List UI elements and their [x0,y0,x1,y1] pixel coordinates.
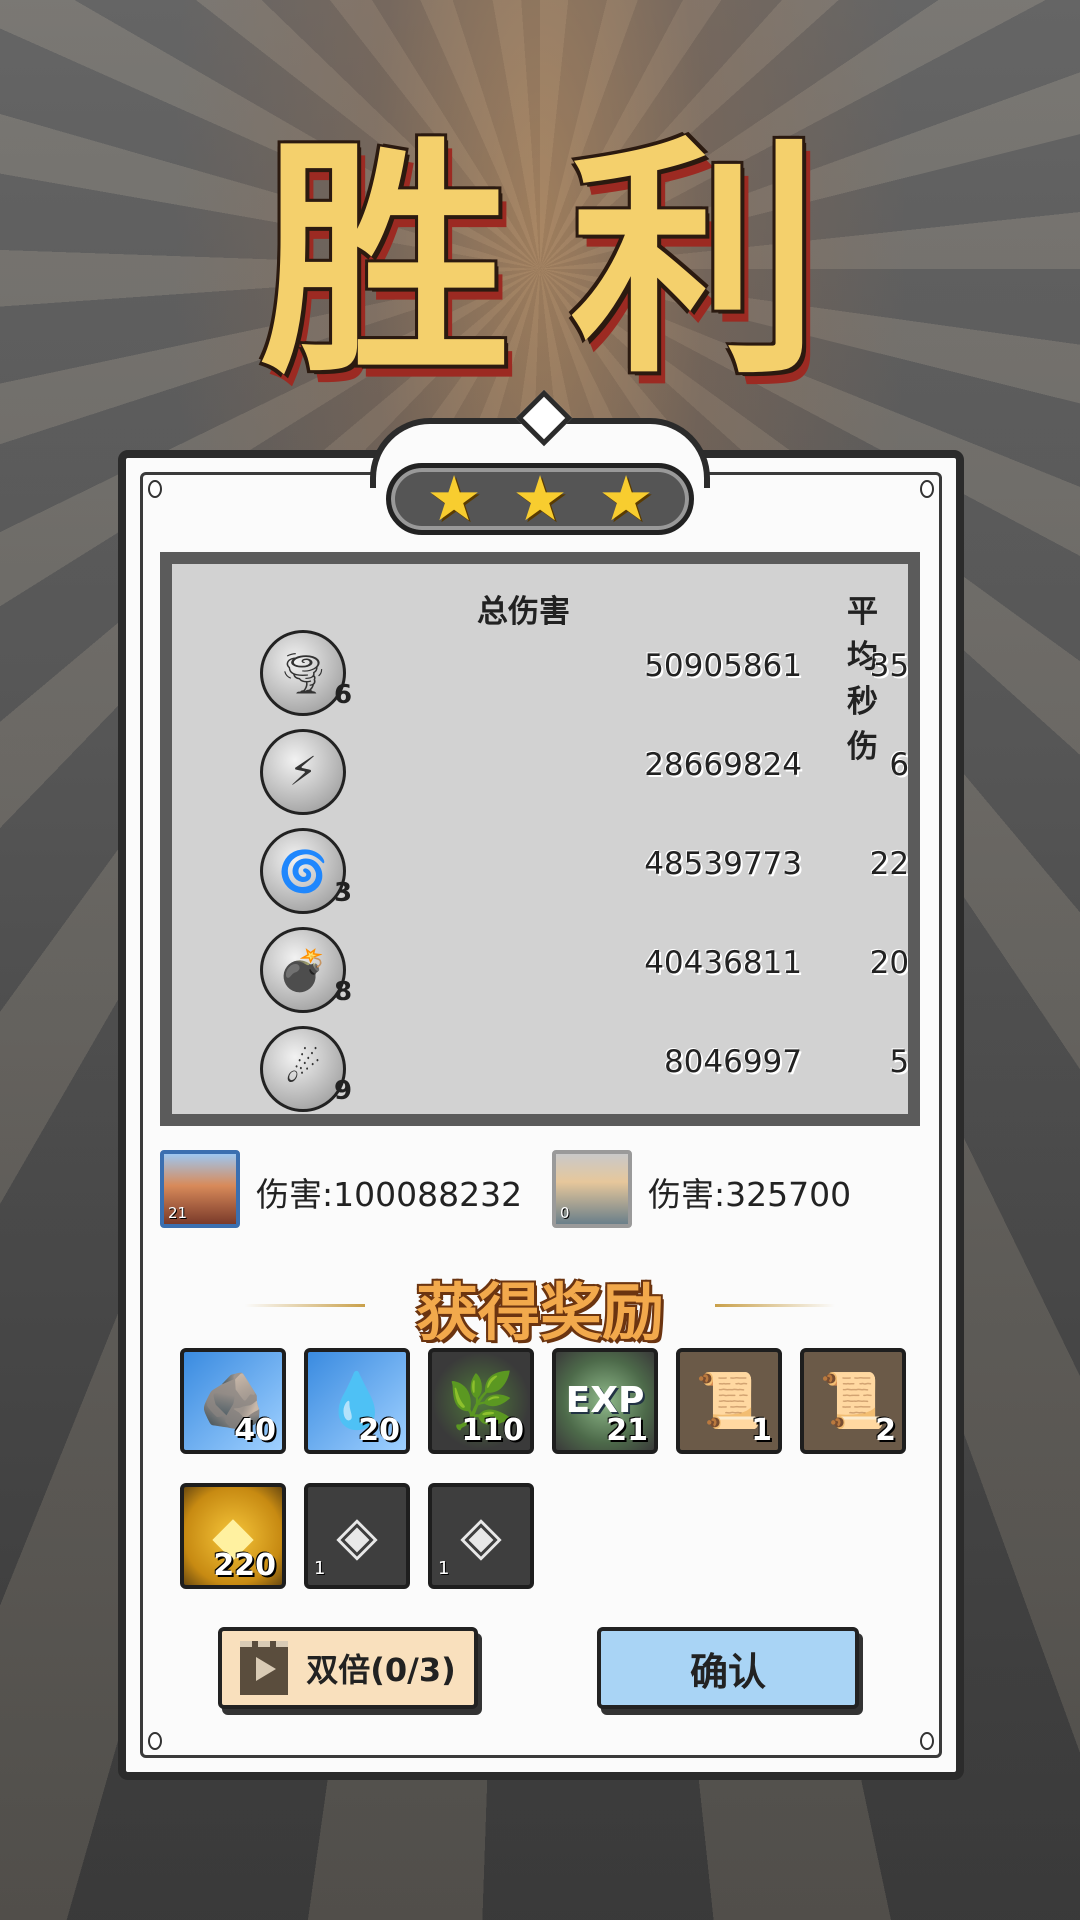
reward-item[interactable]: 🌿 110 [428,1348,534,1454]
item-count: 21 [606,1413,648,1448]
victory-title-char-1: 胜 [260,113,510,407]
double-reward-button[interactable]: 双倍(0/3) [218,1627,478,1709]
total-damage-value: 28669824 [644,747,802,783]
total-damage-value: 8046997 [663,1044,802,1080]
confirm-button[interactable]: 确认 [597,1627,859,1709]
star-icon: ★ [426,462,482,535]
total-damage-value: 50905861 [644,648,802,684]
item-count: 2 [875,1413,896,1448]
reward-item[interactable]: 💧 20 [304,1348,410,1454]
hero-damage-text: 伤害:100088232 [256,1175,523,1214]
table-row: ⚡ 28669824 60862 [172,729,908,827]
skill-level: 3 [334,878,353,908]
reward-item[interactable]: EXP 21 [552,1348,658,1454]
hero-damage-2: 0 伤害:325700 [552,1150,912,1230]
victory-title-char-2: 利 [570,113,820,407]
rivet-icon [148,1732,162,1750]
rivet-icon [920,1732,934,1750]
avg-dps-value: 60862 [889,747,910,783]
rivet-icon [920,480,934,498]
skill-level: 9 [334,1076,353,1106]
skill-level: 8 [334,977,353,1007]
victory-title: 胜 利 [0,120,1080,400]
ore-icon: ◈ [460,1504,502,1567]
confirm-label: 确认 [689,1649,766,1694]
hero-portrait-avatar[interactable]: 0 [552,1150,632,1228]
avg-dps-value: 359614 [869,648,910,684]
rewards-title: 获得奖励 [415,1276,664,1349]
table-row: 🌪 6 50905861 359614 [172,630,908,728]
avg-dps-value: 225917 [869,846,910,882]
reward-item[interactable]: ◆ 220 [180,1483,286,1589]
damage-stats-table[interactable]: 总伤害 平均秒伤 🌪 6 50905861 359614 ⚡ 28669824 … [160,552,920,1126]
lightning-icon: ⚡ [260,729,346,815]
reward-item[interactable]: 🪨 40 [180,1348,286,1454]
reward-item[interactable]: ◈ 1 [304,1483,410,1589]
reward-item[interactable]: 📜 2 [800,1348,906,1454]
item-count: 40 [234,1413,276,1448]
star-icon: ★ [512,462,568,535]
skill-level: 6 [334,680,353,710]
item-count: 220 [213,1548,276,1583]
item-count: 1 [751,1413,772,1448]
rivet-icon [148,480,162,498]
video-ad-icon [240,1641,289,1695]
header-total-damage: 总伤害 [477,594,570,630]
hero-level: 0 [560,1204,570,1222]
ore-icon: ◈ [336,1504,378,1567]
hero-damage-text: 伤害:325700 [648,1175,852,1214]
hero-damage-1: 21 伤害:100088232 [160,1150,523,1230]
item-level: 1 [438,1558,450,1579]
table-row: 🌀 3 48539773 225917 [172,828,908,926]
table-row: 💣 8 40436811 204841 [172,927,908,1025]
star-icon: ★ [598,462,654,535]
reward-item[interactable]: ◈ 1 [428,1483,534,1589]
hero-portrait-avatar[interactable]: 21 [160,1150,240,1228]
avg-dps-value: 51967 [889,1044,910,1080]
item-level: 1 [314,1558,326,1579]
item-count: 110 [461,1413,524,1448]
star-rating: ★ ★ ★ [386,463,694,535]
double-reward-label: 双倍(0/3) [306,1651,456,1689]
total-damage-value: 48539773 [644,846,802,882]
reward-item[interactable]: 📜 1 [676,1348,782,1454]
item-count: 20 [358,1413,400,1448]
table-row: ☄ 9 8046997 51967 [172,1026,908,1114]
avg-dps-value: 204841 [869,945,910,981]
total-damage-value: 40436811 [644,945,802,981]
hero-level: 21 [168,1204,188,1222]
